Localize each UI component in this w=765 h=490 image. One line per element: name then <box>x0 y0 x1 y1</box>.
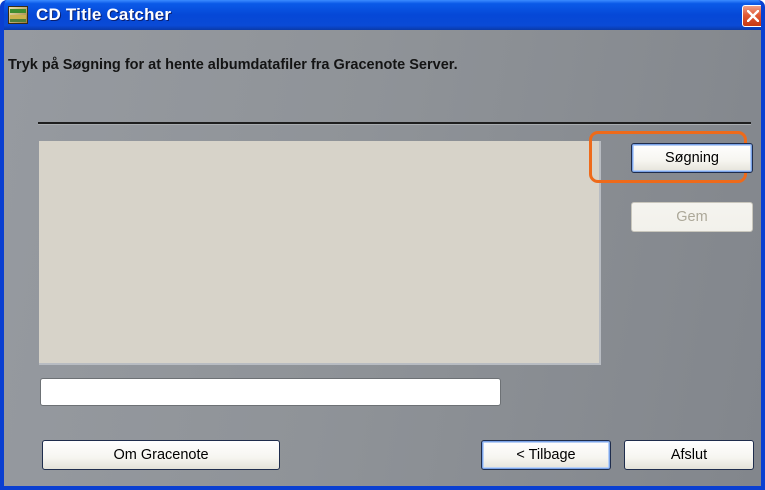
instruction-text: Tryk på Søgning for at hente albumdatafi… <box>8 57 458 73</box>
title-bar[interactable]: CD Title Catcher <box>4 0 761 30</box>
back-button[interactable]: < Tilbage <box>481 440 611 470</box>
app-window: CD Title Catcher Tryk på Søgning for at … <box>0 0 765 490</box>
search-button[interactable]: Søgning <box>631 143 753 173</box>
exit-button[interactable]: Afslut <box>624 440 754 470</box>
save-button[interactable]: Gem <box>631 202 753 232</box>
close-button[interactable] <box>742 5 761 27</box>
close-icon <box>747 10 759 22</box>
divider <box>38 122 751 125</box>
about-gracenote-button[interactable]: Om Gracenote <box>42 440 280 470</box>
results-pane[interactable] <box>39 141 601 365</box>
window-title: CD Title Catcher <box>36 5 172 24</box>
progress-field <box>40 378 501 406</box>
app-icon <box>8 6 28 24</box>
client-area: Tryk på Søgning for at hente albumdatafi… <box>4 30 761 486</box>
